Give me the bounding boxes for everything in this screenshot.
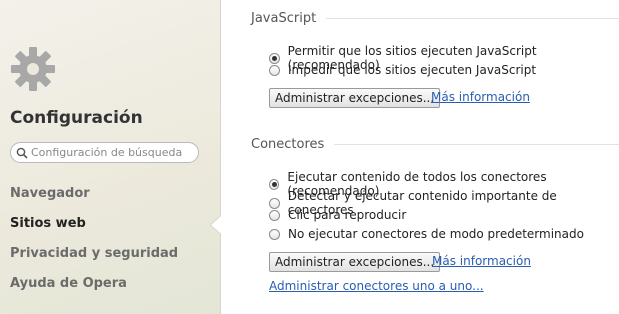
radio-button[interactable] xyxy=(269,197,280,209)
sidebar-item-privacidad[interactable]: Privacidad y seguridad xyxy=(10,244,178,274)
plugins-manage-exceptions-button[interactable]: Administrar excepciones... xyxy=(269,252,441,272)
radio-button[interactable] xyxy=(269,209,280,221)
manage-plugins-individually-link[interactable]: Administrar conectores uno a uno... xyxy=(269,279,484,293)
plugins-block-option[interactable]: No ejecutar conectores de modo predeterm… xyxy=(269,227,584,241)
sidebar: Configuración Navegador Sitios web Priva… xyxy=(0,0,221,314)
sidebar-nav: Navegador Sitios web Privacidad y seguri… xyxy=(10,184,178,304)
js-manage-exceptions-button[interactable]: Administrar excepciones... xyxy=(269,88,441,108)
radio-button[interactable] xyxy=(269,178,280,190)
sidebar-item-navegador[interactable]: Navegador xyxy=(10,184,178,214)
divider xyxy=(326,18,619,19)
page-title: Configuración xyxy=(10,108,143,128)
js-block-label: Impedir que los sitios ejecuten JavaScri… xyxy=(288,63,537,77)
plugins-heading-text: Conectores xyxy=(251,137,325,152)
radio-button[interactable] xyxy=(269,228,280,240)
javascript-section-heading: JavaScript xyxy=(251,11,619,26)
radio-button[interactable] xyxy=(269,52,280,64)
plugins-block-label: No ejecutar conectores de modo predeterm… xyxy=(288,227,584,241)
main-content: JavaScript Permitir que los sitios ejecu… xyxy=(221,0,619,314)
active-indicator xyxy=(211,216,221,234)
radio-button[interactable] xyxy=(269,64,280,76)
sidebar-item-sitios-web[interactable]: Sitios web xyxy=(10,214,178,244)
search-icon xyxy=(16,147,28,159)
search-field[interactable] xyxy=(10,142,199,163)
plugins-more-info-link[interactable]: Más información xyxy=(432,254,531,268)
divider xyxy=(334,144,619,145)
search-input[interactable] xyxy=(31,144,196,161)
js-block-option[interactable]: Impedir que los sitios ejecuten JavaScri… xyxy=(269,63,536,77)
javascript-heading-text: JavaScript xyxy=(251,11,317,26)
sidebar-item-ayuda[interactable]: Ayuda de Opera xyxy=(10,274,178,304)
js-more-info-link[interactable]: Más información xyxy=(431,90,530,104)
plugins-click-to-play-option[interactable]: Clic para reproducir xyxy=(269,208,406,222)
gear-icon xyxy=(11,47,55,91)
plugins-click-to-play-label: Clic para reproducir xyxy=(288,208,407,222)
plugins-section-heading: Conectores xyxy=(251,137,619,152)
